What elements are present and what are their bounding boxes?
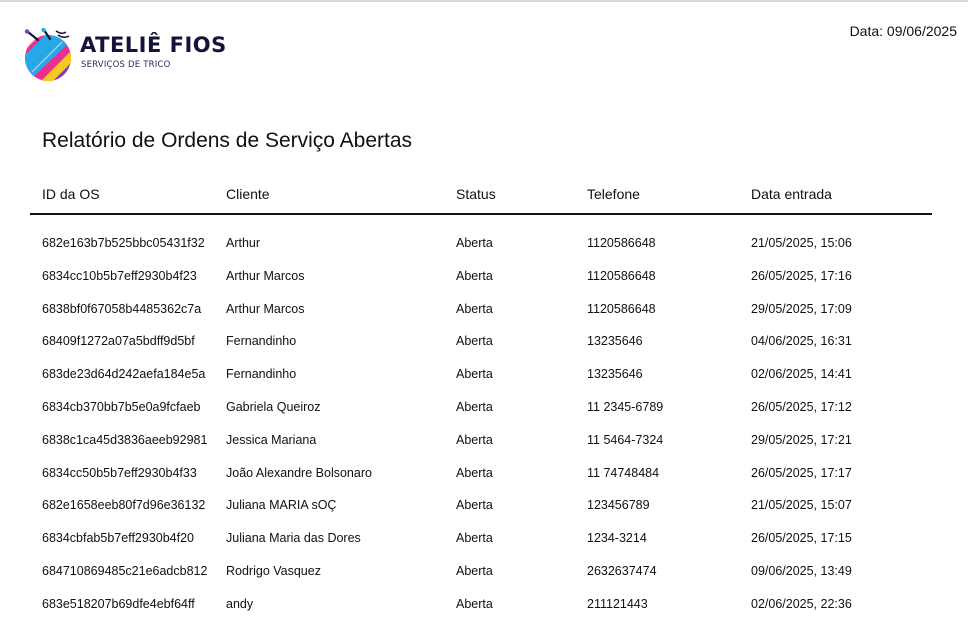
cell-phone: 123456789 [587, 498, 650, 513]
cell-os-id: 684710869485c21e6adcb812 [42, 564, 208, 578]
cell-client: Fernandinho [226, 334, 297, 349]
cell-status: Aberta [456, 531, 493, 546]
cell-client: Rodrigo Vasquez [226, 564, 321, 578]
cell-phone: 2632637474 [587, 564, 657, 578]
cell-client: Fernandinho [226, 367, 297, 382]
cell-os-id: 683de23d64d242aefa184e5a [42, 367, 206, 382]
cell-os-id: 682e163b7b525bbc05431f32 [42, 236, 205, 250]
table-row: 682e163b7b525bbc05431f32 Arthur Aberta 1120… [0, 227, 968, 260]
cell-status: Aberta [456, 596, 493, 611]
cell-entry-date: 26/05/2025, 17:16 [751, 268, 852, 283]
cell-phone: 13235646 [587, 334, 643, 349]
table-row: 683e518207b69dfe4ebf64ff andy Aberta 211121… [0, 588, 968, 621]
cell-status: Aberta [456, 268, 493, 283]
table-row: 6838c1ca45d3836aeeb92981 Jessica Mariana A… [0, 424, 968, 457]
cell-client: João Alexandre Bolsonaro [226, 465, 372, 480]
cell-entry-date: 26/05/2025, 17:15 [751, 531, 852, 546]
column-header-client: Cliente [226, 186, 270, 202]
cell-os-id: 6834cb370bb7b5e0a9fcfaeb [42, 400, 201, 414]
date-label: Data: [849, 23, 884, 39]
cell-os-id: 6834cbfab5b7eff2930b4f20 [42, 531, 195, 546]
cell-status: Aberta [456, 432, 493, 447]
cell-phone: 11 5464-7324 [587, 432, 664, 447]
top-border [0, 0, 968, 2]
table-row: 6834cc10b5b7eff2930b4f23 Arthur Marcos Abe… [0, 260, 968, 293]
cell-phone: 1234-3214 [587, 531, 647, 546]
cell-entry-date: 26/05/2025, 17:12 [751, 400, 852, 414]
brand-logo: ATELIÊ FIOS SERVIÇOS DE TRICO [22, 28, 252, 84]
cell-entry-date: 09/06/2025, 13:49 [751, 564, 852, 578]
cell-os-id: 683e518207b69dfe4ebf64ff [42, 596, 195, 611]
cell-entry-date: 29/05/2025, 17:09 [751, 301, 852, 316]
cell-status: Aberta [456, 498, 493, 513]
column-header-status: Status [456, 186, 496, 202]
cell-entry-date: 04/06/2025, 16:31 [751, 334, 852, 349]
cell-phone: 1120586648 [587, 268, 656, 283]
cell-client: Arthur Marcos [226, 268, 305, 283]
cell-status: Aberta [456, 301, 493, 316]
page-title: Relatório de Ordens de Serviço Abertas [42, 129, 413, 152]
column-header-phone: Telefone [587, 186, 640, 202]
table-row: 6834cbfab5b7eff2930b4f20 Juliana Maria da… [0, 522, 968, 555]
table-row: 684710869485c21e6adcb812 Rodrigo Vasquez A… [0, 555, 968, 588]
table-row: 6834cc50b5b7eff2930b4f33 João Alexandre B… [0, 457, 968, 490]
table-header: ID da OS Cliente Status Telefone Data en… [30, 175, 932, 215]
report-date: Data: 09/06/2025 [850, 23, 957, 39]
cell-entry-date: 26/05/2025, 17:17 [751, 465, 852, 480]
cell-entry-date: 29/05/2025, 17:21 [751, 432, 852, 447]
cell-client: Jessica Mariana [226, 432, 317, 447]
table-row: 68409f1272a07a5bdff9d5bf Fernandinho Abert… [0, 325, 968, 358]
cell-entry-date: 21/05/2025, 15:06 [751, 236, 852, 250]
cell-status: Aberta [456, 367, 493, 382]
cell-phone: 13235646 [587, 367, 643, 382]
yarn-ball-logo-icon [24, 28, 71, 81]
cell-phone: 1120586648 [587, 236, 656, 250]
table-row: 682e1658eeb80f7d96e36132 Juliana MARIA sO… [0, 489, 968, 522]
cell-status: Aberta [456, 564, 493, 578]
cell-status: Aberta [456, 236, 493, 250]
table-row: 6834cb370bb7b5e0a9fcfaeb Gabriela Queiroz… [0, 391, 968, 424]
cell-client: Arthur Marcos [226, 301, 305, 316]
table-row: 683de23d64d242aefa184e5a Fernandinho Abert… [0, 358, 968, 391]
column-header-id: ID da OS [42, 186, 100, 202]
cell-client: Gabriela Queiroz [226, 400, 321, 414]
cell-client: Juliana Maria das Dores [226, 531, 361, 546]
table-row: 6838bf0f67058b4485362c7a Arthur Marcos Abe… [0, 293, 968, 326]
cell-client: Arthur [226, 236, 261, 250]
cell-phone: 11 2345-6789 [587, 400, 664, 414]
cell-entry-date: 02/06/2025, 14:41 [751, 367, 852, 382]
cell-phone: 211121443 [587, 596, 648, 611]
brand-tagline: SERVIÇOS DE TRICO [81, 60, 171, 70]
date-value: 09/06/2025 [886, 23, 957, 39]
cell-os-id: 6838bf0f67058b4485362c7a [42, 301, 202, 316]
cell-client: andy [226, 596, 254, 611]
cell-entry-date: 02/06/2025, 22:36 [751, 596, 852, 611]
cell-os-id: 682e1658eeb80f7d96e36132 [42, 498, 206, 513]
column-header-entry-date: Data entrada [751, 186, 832, 202]
cell-status: Aberta [456, 465, 493, 480]
cell-os-id: 68409f1272a07a5bdff9d5bf [42, 334, 195, 349]
cell-os-id: 6834cc10b5b7eff2930b4f23 [42, 268, 197, 283]
cell-status: Aberta [456, 400, 493, 414]
brand-name: ATELIÊ FIOS [80, 33, 227, 57]
cell-entry-date: 21/05/2025, 15:07 [751, 498, 852, 513]
cell-client: Juliana MARIA sOÇ [226, 498, 337, 513]
cell-os-id: 6838c1ca45d3836aeeb92981 [42, 432, 208, 447]
cell-phone: 1120586648 [587, 301, 656, 316]
cell-os-id: 6834cc50b5b7eff2930b4f33 [42, 465, 197, 480]
cell-phone: 11 74748484 [587, 465, 660, 480]
cell-status: Aberta [456, 334, 493, 349]
